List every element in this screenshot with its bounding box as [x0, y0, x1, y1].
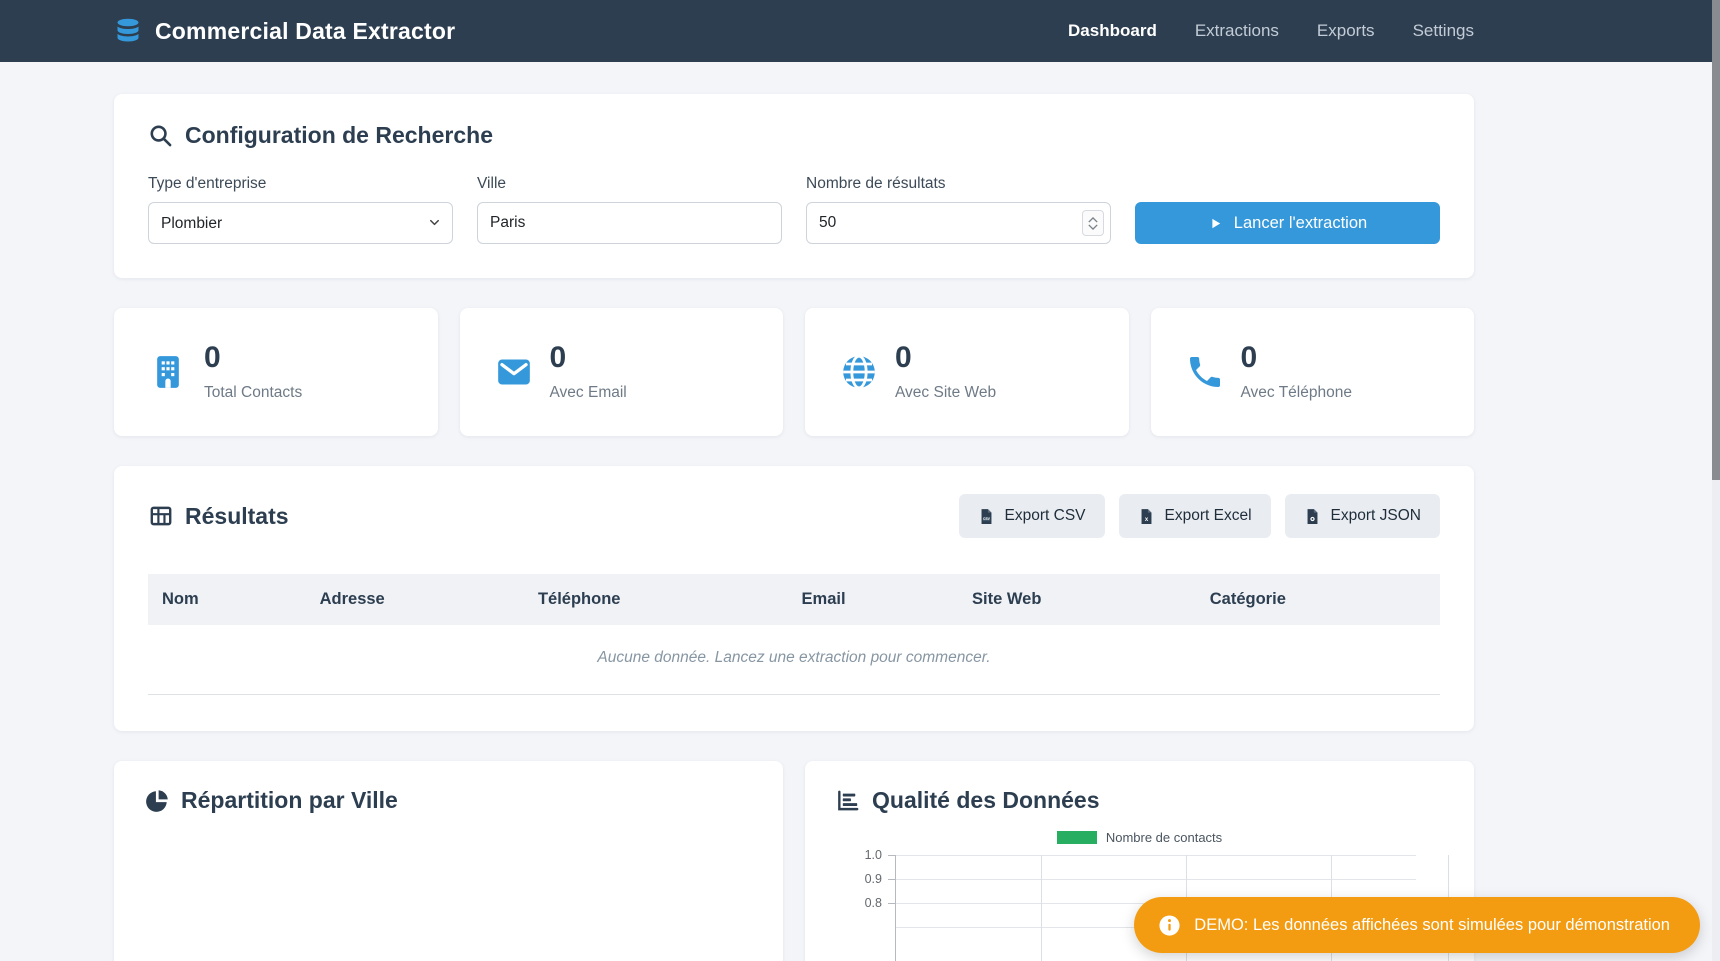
- city-input[interactable]: [477, 202, 782, 244]
- nav-extractions[interactable]: Extractions: [1195, 21, 1279, 41]
- col-adresse: Adresse: [306, 574, 524, 625]
- stepper-up-icon: [1088, 217, 1098, 223]
- y-tick: 0.8: [838, 896, 882, 910]
- play-icon: [1208, 216, 1223, 231]
- stat-value: 0: [1241, 343, 1352, 373]
- stepper-down-icon: [1088, 224, 1098, 230]
- city-distribution-card: Répartition par Ville: [114, 761, 783, 961]
- stat-label: Avec Email: [550, 384, 627, 402]
- stat-card-with-phone: 0 Avec Téléphone: [1151, 308, 1475, 436]
- scrollbar-track: [1712, 0, 1720, 961]
- results-table: Nom Adresse Téléphone Email Site Web Cat…: [148, 574, 1440, 695]
- info-icon: [1158, 914, 1181, 937]
- nav-links: Dashboard Extractions Exports Settings: [1068, 21, 1474, 41]
- stat-value: 0: [895, 343, 996, 373]
- empty-state-row: Aucune donnée. Lancez une extraction pou…: [148, 625, 1440, 695]
- stats-row: 0 Total Contacts 0 Avec Email: [114, 308, 1474, 436]
- stat-value: 0: [550, 343, 627, 373]
- legend-label: Nombre de contacts: [1106, 830, 1222, 845]
- export-json-button[interactable]: Export JSON: [1285, 494, 1440, 538]
- col-site-web: Site Web: [958, 574, 1196, 625]
- table-icon: [148, 503, 174, 529]
- search-icon: [148, 123, 174, 149]
- demo-toast: DEMO: Les données affichées sont simulée…: [1134, 897, 1700, 953]
- main-content: Configuration de Recherche Type d'entrep…: [114, 94, 1474, 961]
- brand: Commercial Data Extractor: [114, 17, 455, 45]
- pie-chart-icon: [144, 788, 170, 814]
- result-count-label: Nombre de résultats: [806, 175, 1111, 193]
- stat-label: Avec Site Web: [895, 384, 996, 402]
- search-config-title: Configuration de Recherche: [148, 122, 1440, 149]
- json-file-icon: [1304, 508, 1321, 525]
- city-label: Ville: [477, 175, 782, 193]
- nav-settings[interactable]: Settings: [1413, 21, 1474, 41]
- legend-swatch-green: [1057, 831, 1097, 844]
- stat-value: 0: [204, 343, 302, 373]
- business-type-field: Type d'entreprise Plombier: [148, 175, 453, 244]
- data-quality-title: Qualité des Données: [835, 787, 1444, 814]
- toast-message: DEMO: Les données affichées sont simulée…: [1194, 916, 1670, 935]
- col-categorie: Catégorie: [1196, 574, 1440, 625]
- city-field: Ville: [477, 175, 782, 244]
- result-count-input[interactable]: [806, 202, 1111, 244]
- scrollbar-thumb[interactable]: [1712, 0, 1720, 480]
- chart-legend: Nombre de contacts: [835, 830, 1444, 845]
- svg-text:CSV: CSV: [983, 517, 991, 521]
- city-distribution-title: Répartition par Ville: [144, 787, 753, 814]
- export-csv-button[interactable]: CSV Export CSV: [959, 494, 1105, 538]
- app-title: Commercial Data Extractor: [155, 18, 455, 45]
- nav-dashboard[interactable]: Dashboard: [1068, 21, 1157, 41]
- bar-chart-icon: [835, 788, 861, 814]
- globe-icon: [839, 352, 879, 392]
- navbar: Commercial Data Extractor Dashboard Extr…: [0, 0, 1720, 62]
- excel-file-icon: x: [1138, 508, 1155, 525]
- csv-file-icon: CSV: [978, 508, 995, 525]
- nav-exports[interactable]: Exports: [1317, 21, 1375, 41]
- col-telephone: Téléphone: [524, 574, 788, 625]
- number-stepper[interactable]: [1082, 210, 1104, 236]
- stat-card-total-contacts: 0 Total Contacts: [114, 308, 438, 436]
- y-tick: 0.9: [838, 872, 882, 886]
- search-config-card: Configuration de Recherche Type d'entrep…: [114, 94, 1474, 278]
- table-header-row: Nom Adresse Téléphone Email Site Web Cat…: [148, 574, 1440, 625]
- results-title: Résultats: [148, 503, 289, 530]
- export-excel-button[interactable]: x Export Excel: [1119, 494, 1271, 538]
- results-card: Résultats CSV Export CSV x: [114, 466, 1474, 731]
- stat-label: Avec Téléphone: [1241, 384, 1352, 402]
- phone-icon: [1185, 352, 1225, 392]
- result-count-field: Nombre de résultats: [806, 175, 1111, 244]
- stat-card-with-email: 0 Avec Email: [460, 308, 784, 436]
- launch-extraction-button[interactable]: Lancer l'extraction: [1135, 202, 1440, 244]
- stat-label: Total Contacts: [204, 384, 302, 402]
- col-email: Email: [788, 574, 959, 625]
- y-tick: 1.0: [838, 848, 882, 862]
- export-buttons: CSV Export CSV x Export Excel: [959, 494, 1440, 538]
- empty-state-message: Aucune donnée. Lancez une extraction pou…: [148, 625, 1440, 695]
- envelope-icon: [494, 352, 534, 392]
- business-type-label: Type d'entreprise: [148, 175, 453, 193]
- stat-card-with-website: 0 Avec Site Web: [805, 308, 1129, 436]
- business-type-select[interactable]: Plombier: [148, 202, 453, 244]
- database-icon: [114, 17, 142, 45]
- col-nom: Nom: [148, 574, 306, 625]
- building-icon: [148, 352, 188, 392]
